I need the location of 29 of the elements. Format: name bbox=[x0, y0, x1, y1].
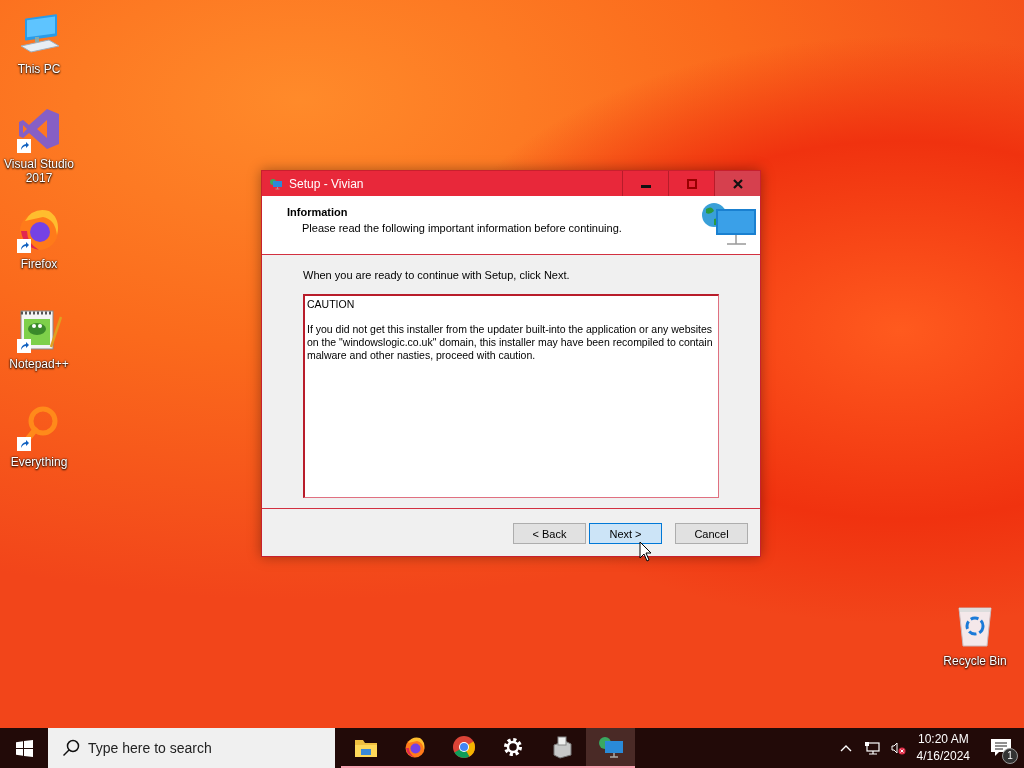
monitor-globe-icon bbox=[597, 735, 624, 759]
notification-count: 1 bbox=[1002, 748, 1018, 764]
maximize-icon bbox=[685, 177, 698, 190]
back-button[interactable]: < Back bbox=[513, 523, 586, 544]
taskbar-app-button[interactable] bbox=[586, 728, 635, 768]
info-paragraph: If you did not get this installer from the updater built-into the application or any websites on the "windowslogic.co.uk" domain, this installer may have been recompiled to contain malware and other nasties, proceed with caution. bbox=[307, 323, 714, 362]
search-icon bbox=[62, 739, 80, 757]
info-text-area[interactable] bbox=[303, 294, 719, 498]
window-title: Setup - Vivian bbox=[289, 176, 365, 191]
cancel-button[interactable]: Cancel bbox=[675, 523, 748, 544]
monitor-globe-icon bbox=[267, 177, 285, 190]
info-paragraph: CAUTION bbox=[307, 298, 356, 311]
chrome-icon bbox=[450, 735, 477, 759]
windows-logo-icon bbox=[15, 739, 33, 757]
instruction-text: When you are ready to continue with Setup, click Next. bbox=[303, 269, 571, 281]
speaker-muted-icon[interactable] bbox=[889, 740, 906, 756]
mouse-cursor-icon bbox=[639, 541, 652, 562]
page-subtitle: Please read the following important information before continuing. bbox=[302, 222, 623, 234]
close-button[interactable] bbox=[714, 171, 760, 196]
clock-date[interactable]: 4/16/2024 bbox=[916, 748, 970, 765]
notification-button[interactable]: 1 bbox=[978, 728, 1024, 768]
network-icon[interactable] bbox=[863, 740, 880, 756]
page-title: Information bbox=[287, 206, 349, 218]
close-icon bbox=[731, 177, 744, 190]
clock-time[interactable]: 10:20 AM bbox=[917, 731, 969, 748]
icon-label[interactable]: Recycle Bin bbox=[943, 654, 1007, 668]
minimize-icon bbox=[640, 185, 651, 188]
next-button[interactable]: Next > bbox=[589, 523, 662, 544]
search-field[interactable]: Type here to search bbox=[48, 728, 335, 768]
